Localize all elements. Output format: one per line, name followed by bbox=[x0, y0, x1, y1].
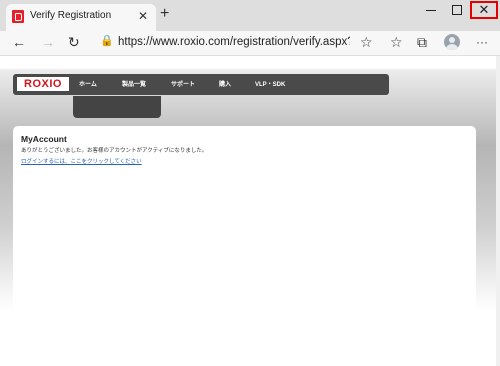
page-scrollbar[interactable] bbox=[496, 56, 500, 366]
more-options-icon[interactable]: ··· bbox=[476, 32, 488, 52]
nav-item-products[interactable]: 製品一覧 bbox=[122, 79, 146, 88]
nav-item-home[interactable]: ホーム bbox=[79, 79, 97, 88]
roxio-logo[interactable]: ROXIO bbox=[17, 77, 69, 91]
tab-close-icon[interactable]: ✕ bbox=[138, 7, 148, 25]
browser-window: Verify Registration ✕ + ✕ ← → ↻ 🔒 https:… bbox=[0, 0, 500, 366]
close-window-button[interactable]: ✕ bbox=[470, 1, 498, 19]
tab-bar: Verify Registration ✕ + ✕ bbox=[0, 0, 500, 31]
activation-message: ありがとうございました。お客様のアカウントがアクティブになりました。 bbox=[21, 148, 208, 154]
myaccount-card: MyAccount ありがとうございました。お客様のアカウントがアクティブになり… bbox=[13, 126, 476, 366]
nav-item-vlp-sdk[interactable]: VLP・SDK bbox=[255, 79, 285, 88]
browser-toolbar: ← → ↻ 🔒 https://www.roxio.com/registrati… bbox=[0, 31, 500, 56]
tab-verify-registration[interactable]: Verify Registration ✕ bbox=[6, 4, 156, 31]
close-icon: ✕ bbox=[478, 2, 490, 17]
favorites-list-icon[interactable]: ☆ bbox=[390, 32, 403, 52]
maximize-button[interactable] bbox=[450, 3, 464, 17]
back-arrow-icon[interactable]: ← bbox=[12, 32, 26, 52]
nav-item-purchase[interactable]: 購入 bbox=[219, 79, 231, 88]
lock-icon[interactable]: 🔒 bbox=[100, 34, 114, 47]
minimize-button[interactable] bbox=[424, 3, 438, 17]
login-link[interactable]: ログインするには、ここをクリックしてください bbox=[21, 157, 142, 165]
collections-icon[interactable]: ⧉ bbox=[417, 32, 427, 52]
page-title: MyAccount bbox=[21, 134, 67, 144]
tab-title: Verify Registration bbox=[30, 10, 112, 21]
address-bar[interactable]: https://www.roxio.com/registration/verif… bbox=[118, 34, 350, 50]
new-tab-button[interactable]: + bbox=[160, 5, 169, 23]
page-content: ROXIO ホーム 製品一覧 サポート 購入 VLP・SDK MyAccount… bbox=[0, 56, 496, 366]
roxio-favicon-icon bbox=[12, 10, 24, 23]
site-navbar: ROXIO ホーム 製品一覧 サポート 購入 VLP・SDK bbox=[13, 74, 389, 95]
forward-arrow-icon[interactable]: → bbox=[41, 32, 55, 52]
favorite-star-icon[interactable]: ☆ bbox=[360, 32, 373, 52]
nav-dropdown-panel bbox=[73, 96, 161, 118]
profile-avatar-icon[interactable] bbox=[444, 34, 460, 50]
refresh-icon[interactable]: ↻ bbox=[68, 32, 80, 52]
nav-item-support[interactable]: サポート bbox=[171, 79, 195, 88]
